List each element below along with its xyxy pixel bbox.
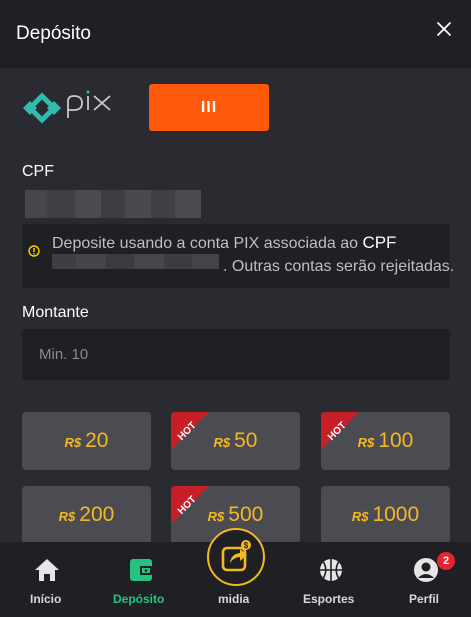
pix-notice: Deposite usando a conta PIX associada ao… (22, 224, 454, 288)
notice-text: Deposite usando a conta PIX associada ao… (52, 233, 397, 252)
amount-button-200[interactable]: R$ 200 (22, 486, 151, 544)
amount-button-1000[interactable]: R$ 1000 (321, 486, 450, 544)
nav-item-inicio[interactable]: Início (22, 542, 72, 617)
warning-circle-icon (28, 245, 40, 257)
amount-value: 20 (85, 429, 109, 452)
user-avatar-icon (414, 558, 438, 582)
amount-button-50[interactable]: HOT R$ 50 (171, 412, 300, 470)
nav-label: midia (218, 592, 250, 606)
notice-text-end: . Outras contas serão rejeitadas. (223, 258, 455, 275)
midia-share-button[interactable]: $ (207, 528, 265, 586)
page-title: Depósito (16, 23, 91, 44)
notification-badge: 2 (437, 552, 455, 570)
pix-method-button[interactable]: III (149, 84, 269, 131)
currency-symbol: R$ (357, 434, 375, 450)
wallet-icon (130, 559, 152, 581)
nav-item-esportes[interactable]: Esportes (300, 542, 362, 617)
amount-button-100[interactable]: HOT R$ 100 (321, 412, 450, 470)
amount-value: 500 (228, 503, 264, 526)
currency-symbol: R$ (351, 508, 369, 524)
share-coin-icon: $ (221, 540, 251, 572)
cpf-label: CPF (22, 163, 54, 180)
amount-button-20[interactable]: R$ 20 (22, 412, 151, 470)
nav-label: Início (30, 592, 62, 606)
home-icon (35, 559, 59, 581)
currency-symbol: R$ (207, 508, 225, 524)
amount-label: Montante (22, 304, 89, 321)
pix-logo (22, 88, 126, 128)
amount-value: 200 (79, 503, 115, 526)
amount-input[interactable] (22, 329, 450, 380)
hot-ribbon-icon: HOT (171, 486, 209, 524)
close-button[interactable] (431, 16, 457, 42)
pix-diamond-icon (23, 90, 111, 124)
amount-value: 100 (378, 429, 414, 452)
modal-header: Depósito (0, 0, 471, 68)
svg-text:$: $ (244, 541, 249, 550)
currency-symbol: R$ (213, 434, 231, 450)
basketball-icon (320, 559, 342, 581)
amount-value: 1000 (372, 503, 420, 526)
notice-cpf-blurred (52, 254, 219, 269)
currency-symbol: R$ (64, 434, 82, 450)
amount-value: 50 (234, 429, 258, 452)
nav-label: Esportes (303, 592, 355, 606)
cpf-value-blurred (25, 190, 201, 218)
close-icon (437, 22, 451, 36)
currency-symbol: R$ (58, 508, 76, 524)
hot-ribbon-icon: HOT (171, 412, 209, 450)
nav-item-deposito[interactable]: Depósito (110, 542, 174, 617)
hot-ribbon-icon: HOT (321, 412, 359, 450)
nav-label: Depósito (113, 592, 165, 606)
nav-label: Perfil (409, 592, 440, 606)
